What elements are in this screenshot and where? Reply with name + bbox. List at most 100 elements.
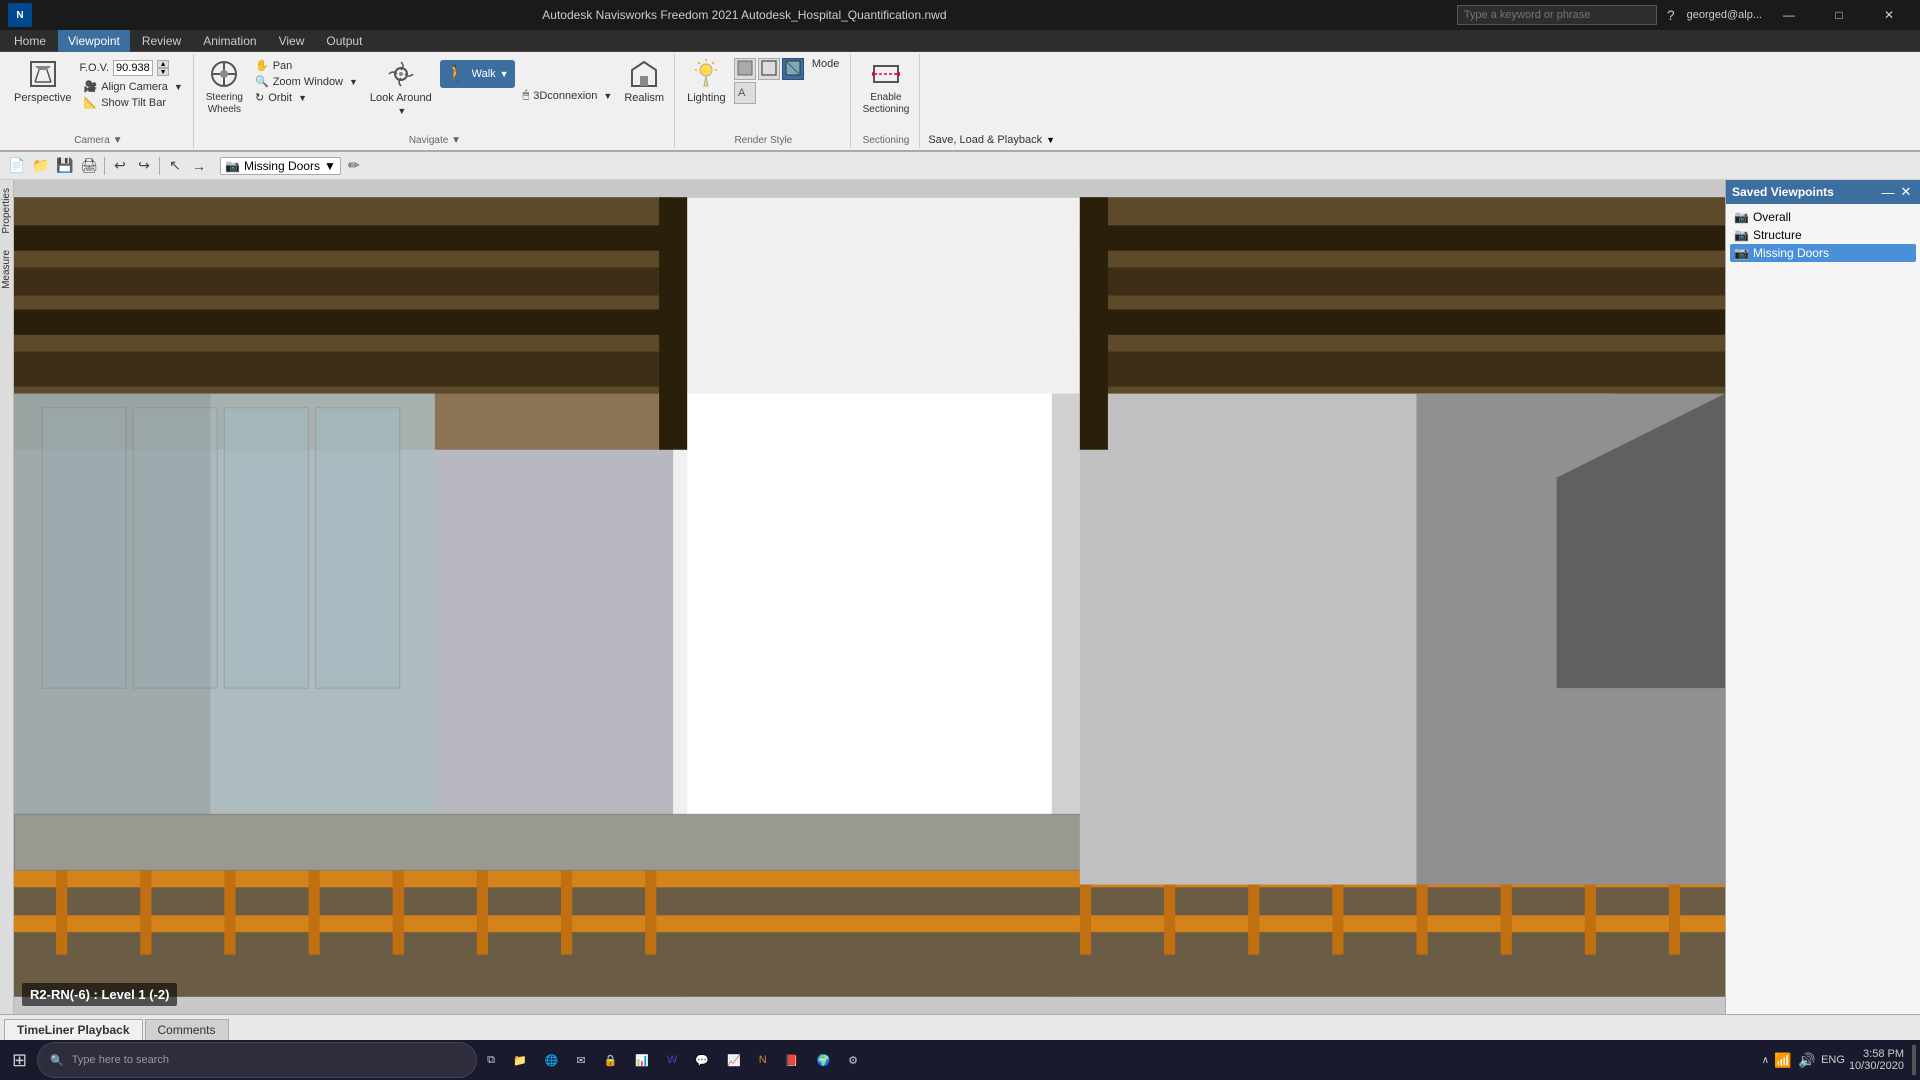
steering-wheels-button[interactable]: SteeringWheels [202,56,247,118]
taskbar: ⊞ 🔍 Type here to search ⧉ 📁 🌐 ✉ 🔒 📊 W 💬 … [0,1040,1920,1080]
minimize-button[interactable]: — [1766,0,1812,30]
properties-tab[interactable]: Properties [0,184,13,238]
redo-button[interactable]: ↪ [133,155,155,177]
edge-button[interactable]: 🌐 [537,1042,567,1078]
panel-close-button[interactable]: ✕ [1898,184,1914,200]
save-button[interactable]: 💾 [54,155,76,177]
fov-up[interactable]: ▲ [157,60,169,68]
look-around-arrow: ▼ [397,106,406,116]
print-button[interactable]: 🖨 [78,155,100,177]
realism-button[interactable]: Realism [620,56,668,106]
steering-label: SteeringWheels [206,92,243,116]
orbit-button[interactable]: ↻ Orbit ▼ [251,90,362,105]
search-taskbar-icon: 🔍 [50,1054,64,1067]
enable-sectioning-label: EnableSectioning [863,92,910,116]
start-button[interactable]: ⊞ [4,1042,35,1078]
menu-viewpoint[interactable]: Viewpoint [58,30,130,52]
fov-down[interactable]: ▼ [157,68,169,76]
menu-output[interactable]: Output [316,30,372,52]
navigate-arrow[interactable]: ▼ [451,135,461,146]
viewpoint-label-missing-doors: Missing Doors [1753,246,1829,260]
ribbon-content: Perspective F.O.V. ▲ ▼ 🎥 [0,52,1920,150]
enable-sectioning-button[interactable]: EnableSectioning [859,56,914,118]
mode-btn-4[interactable]: A [734,82,756,104]
user-label: georged@alp... [1687,9,1762,21]
align-camera-arrow: ▼ [174,82,183,92]
menu-animation[interactable]: Animation [193,30,266,52]
mail-button[interactable]: ✉ [568,1042,593,1078]
fov-spinner[interactable]: ▲ ▼ [157,60,169,76]
mode-btn-3[interactable] [782,58,804,80]
walk-button[interactable]: 🚶 Walk ▼ [440,60,515,88]
maximize-button[interactable]: □ [1816,0,1862,30]
viewpoint-label-structure: Structure [1753,228,1802,242]
save-load-label: Save, Load & Playback [928,134,1042,146]
save-load-arrow[interactable]: ▼ [1046,135,1055,145]
new-button[interactable]: 📄 [6,155,28,177]
close-button[interactable]: ✕ [1866,0,1912,30]
navigate-group-label: Navigate ▼ [202,133,668,146]
fov-input[interactable] [113,60,153,76]
menu-bar: Home Viewpoint Review Animation View Out… [0,30,1920,52]
clock: 3:58 PM 10/30/2020 [1849,1048,1904,1072]
align-camera-icon: 🎥 [83,80,97,93]
connexion-button[interactable]: 🖱 3Dconnexion ▼ [519,88,617,103]
settings-button[interactable]: ⚙ [840,1042,866,1078]
acrobat-button[interactable]: 📕 [777,1042,807,1078]
tray-expand[interactable]: ∧ [1762,1055,1769,1066]
mode-label: Mode [812,58,840,70]
viewpoint-item-structure[interactable]: 📷 Structure [1730,226,1916,244]
menu-view[interactable]: View [269,30,315,52]
mode-button[interactable]: Mode [808,56,844,72]
navigate-group-content: SteeringWheels ✋ Pan 🔍 Zoom Window ▼ ↻ [202,56,668,133]
help-icon[interactable]: ? [1667,7,1675,23]
skype-button[interactable]: 💬 [687,1042,717,1078]
pan-button[interactable]: ✋ Pan [251,58,362,73]
chrome-button[interactable]: 🌍 [808,1042,838,1078]
undo-button[interactable]: ↩ [109,155,131,177]
comments-tab[interactable]: Comments [145,1019,229,1040]
panel-header-buttons: — ✕ [1880,184,1914,200]
look-around-button[interactable]: Look Around ▼ [366,56,436,118]
explorer-button[interactable]: 📁 [505,1042,535,1078]
viewpoint-selector-icon: 📷 [225,159,240,173]
viewpoint-item-overall[interactable]: 📷 Overall [1730,208,1916,226]
arrow-button[interactable]: → [188,155,210,177]
viewport[interactable]: R2-RN(-6) : Level 1 (-2) [14,180,1725,1014]
mode-btn-1[interactable] [734,58,756,80]
lighting-button[interactable]: Lighting [683,56,730,106]
powerpoint-button[interactable]: 📊 [627,1042,657,1078]
align-camera-button[interactable]: 🎥 Align Camera ▼ [79,79,186,94]
measure-tab[interactable]: Measure [0,246,13,293]
render-style-group-content: Lighting [683,56,844,133]
excel-button[interactable]: 📈 [719,1042,749,1078]
menu-review[interactable]: Review [132,30,191,52]
security-button[interactable]: 🔒 [596,1042,626,1078]
show-desktop[interactable] [1912,1045,1916,1075]
viewpoint-item-missing-doors[interactable]: 📷 Missing Doors [1730,244,1916,262]
task-view-button[interactable]: ⧉ [479,1042,503,1078]
viewpoint-edit-button[interactable]: ✏ [343,155,365,177]
render-style-group-label: Render Style [683,133,844,146]
ribbon-group-navigate: SteeringWheels ✋ Pan 🔍 Zoom Window ▼ ↻ [196,54,675,148]
volume-icon: 🔊 [1797,1050,1817,1070]
left-vertical-tabs: Properties Measure [0,180,14,1014]
word-button[interactable]: W [659,1042,685,1078]
fov-label: F.O.V. [79,62,109,74]
open-button[interactable]: 📁 [30,155,52,177]
zoom-arrow: ▼ [349,77,358,87]
show-tilt-bar-button[interactable]: 📐 Show Tilt Bar [79,95,186,110]
select-button[interactable]: ↖ [164,155,186,177]
title-search-input[interactable] [1457,5,1657,25]
viewpoint-selector[interactable]: 📷 Missing Doors ▼ [220,157,341,175]
perspective-button[interactable]: Perspective [10,56,75,106]
sectioning-icon [870,58,902,90]
search-taskbar-button[interactable]: 🔍 Type here to search [37,1042,477,1078]
mode-btn-2[interactable] [758,58,780,80]
navisworks-button[interactable]: N [751,1042,775,1078]
panel-minimize-button[interactable]: — [1880,184,1896,200]
zoom-window-button[interactable]: 🔍 Zoom Window ▼ [251,74,362,89]
timeliner-tab[interactable]: TimeLiner Playback [4,1019,143,1040]
camera-arrow[interactable]: ▼ [113,135,123,146]
menu-home[interactable]: Home [4,30,56,52]
